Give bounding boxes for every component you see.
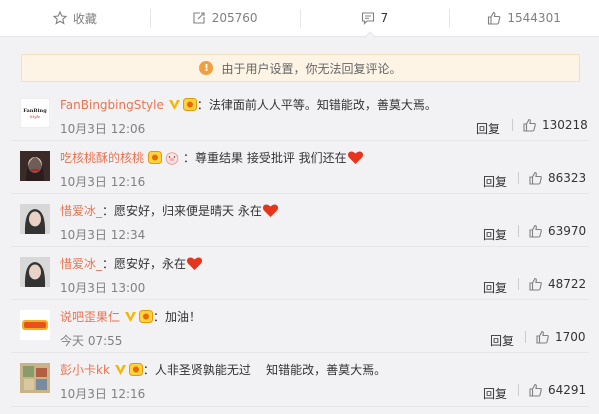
vip-badge-icon (139, 310, 154, 323)
comment-time: 10月3日 12:16 (60, 175, 146, 189)
username-link[interactable]: 彭小卡kk (60, 361, 110, 378)
heart-icon (347, 151, 363, 164)
like-count: 130218 (542, 118, 588, 132)
comment-item: 说吧歪果仁 ：加油！ 今天 07:55 回复 1700 (11, 300, 589, 353)
thumbs-up-icon (529, 383, 542, 397)
avatar[interactable] (20, 363, 50, 393)
like-count: 63970 (548, 224, 587, 238)
comment-like-button[interactable]: 64291 (518, 383, 586, 397)
thumbs-up-icon (529, 277, 542, 291)
comment-like-button[interactable]: 1700 (525, 330, 586, 344)
thumbs-up-icon (488, 11, 501, 25)
comment-item: FanBing Style FanBingbingStyle ：法律面前人人平等。… (11, 88, 589, 141)
svg-text:Style: Style (30, 114, 41, 119)
username-link[interactable]: 惜爱冰_ (60, 202, 102, 219)
thumbs-up-icon (523, 118, 536, 132)
thumbs-up-icon (536, 330, 549, 344)
comment-text: ：法律面前人人平等。知错能改，善莫大焉。 (196, 98, 437, 112)
reply-link[interactable]: 回复 (483, 279, 507, 296)
comment-like-button[interactable]: 63970 (518, 224, 586, 238)
comment-time: 10月3日 12:34 (60, 228, 146, 242)
comment-item: 惜爱冰_ ：愿安好，永在 10月3日 13:00 回复 48722 (11, 247, 589, 300)
vip-badge-icon (128, 363, 143, 376)
user-photo-icon (20, 363, 50, 393)
notice-text: 由于用户设置，你无法回复评论。 (221, 61, 402, 76)
reply-disabled-notice: ! 由于用户设置，你无法回复评论。 (21, 54, 580, 82)
comment-time: 10月3日 12:06 (60, 122, 146, 136)
avatar[interactable] (20, 204, 50, 234)
comment-like-button[interactable]: 86323 (518, 171, 586, 185)
heart-icon (262, 204, 278, 217)
pig-face-icon (165, 151, 179, 165)
repost-button[interactable]: 205760 (149, 0, 300, 36)
repost-count: 205760 (211, 11, 258, 25)
verified-v-icon (125, 311, 137, 322)
action-bar: 收藏 205760 7 1544301 (0, 0, 599, 37)
thumbs-up-icon (529, 224, 542, 238)
comment-like-button[interactable]: 48722 (518, 277, 586, 291)
heart-icon (186, 257, 203, 270)
comment-time: 今天 07:55 (60, 334, 123, 348)
like-count: 86323 (548, 171, 587, 185)
comment-text: ：愿安好，归来便是晴天 永在 (102, 204, 262, 218)
reply-link[interactable]: 回复 (483, 173, 507, 190)
favorite-button[interactable]: 收藏 (0, 0, 150, 36)
weibo-comment-panel: 收藏 205760 7 1544301 ! 由于用户设置，你无法回复评论。 Fa… (0, 0, 599, 414)
verified-v-icon (168, 99, 180, 110)
fanbingbing-logo-icon: FanBingStyle (20, 98, 50, 128)
comment-text: ：加油！ (153, 310, 202, 324)
avatar[interactable]: FanBing Style (20, 98, 50, 128)
comment-time: 10月3日 12:16 (60, 387, 146, 401)
comment-text: ：愿安好，永在 (102, 257, 187, 271)
user-photo-icon (20, 257, 50, 287)
comment-list: FanBing Style FanBingbingStyle ：法律面前人人平等。… (11, 88, 589, 407)
favorite-label: 收藏 (72, 11, 97, 26)
username-link[interactable]: FanBingbingStyle (60, 98, 164, 112)
divider (512, 119, 513, 131)
avatar[interactable] (20, 310, 50, 340)
warning-icon: ! (199, 61, 214, 75)
like-count: 48722 (548, 277, 587, 291)
star-icon (52, 11, 67, 25)
active-tab-caret-icon (364, 31, 376, 38)
vip-badge-icon (182, 98, 197, 111)
verified-v-icon (114, 364, 126, 375)
avatar[interactable] (20, 151, 50, 181)
username-link[interactable]: 惜爱冰_ (60, 255, 102, 272)
like-button[interactable]: 1544301 (449, 0, 599, 36)
like-count: 1700 (555, 330, 586, 344)
comment-item: 吃核桃酥的核桃 ：尊重结果 接受批评 我们还在 10月3日 12:16 回复 8… (11, 141, 589, 194)
user-photo-icon (20, 151, 50, 181)
comment-text: ：人非圣贤孰能无过 知错能改，善莫大焉。 (142, 363, 387, 377)
comment-item: 惜爱冰_ ：愿安好，归来便是晴天 永在 10月3日 12:34 回复 63970 (11, 194, 589, 247)
divider (518, 172, 519, 184)
vip-badge-icon (148, 151, 163, 164)
comment-time: 10月3日 13:00 (60, 281, 146, 295)
reply-link[interactable]: 回复 (483, 385, 507, 402)
comment-item: 彭小卡kk ：人非圣贤孰能无过 知错能改，善莫大焉。 10月3日 12:16 回… (11, 353, 589, 407)
reply-link[interactable]: 回复 (483, 226, 507, 243)
like-count: 1544301 (507, 11, 561, 25)
divider (525, 331, 526, 343)
thumbs-up-icon (529, 171, 542, 185)
divider (518, 384, 519, 396)
comment-count: 7 (380, 11, 389, 25)
avatar[interactable] (20, 257, 50, 287)
user-logo-icon (20, 310, 50, 340)
like-count: 64291 (548, 383, 587, 397)
divider (518, 278, 519, 290)
repost-icon (193, 12, 205, 24)
username-link[interactable]: 吃核桃酥的核桃 (60, 149, 144, 166)
username-link[interactable]: 说吧歪果仁 (60, 308, 120, 325)
reply-link[interactable]: 回复 (490, 332, 514, 349)
user-photo-icon (20, 204, 50, 234)
comment-like-button[interactable]: 130218 (512, 118, 588, 132)
divider (518, 225, 519, 237)
comment-text: ：尊重结果 接受批评 我们还在 (183, 151, 347, 165)
comment-icon (361, 12, 374, 25)
reply-link[interactable]: 回复 (476, 120, 500, 137)
